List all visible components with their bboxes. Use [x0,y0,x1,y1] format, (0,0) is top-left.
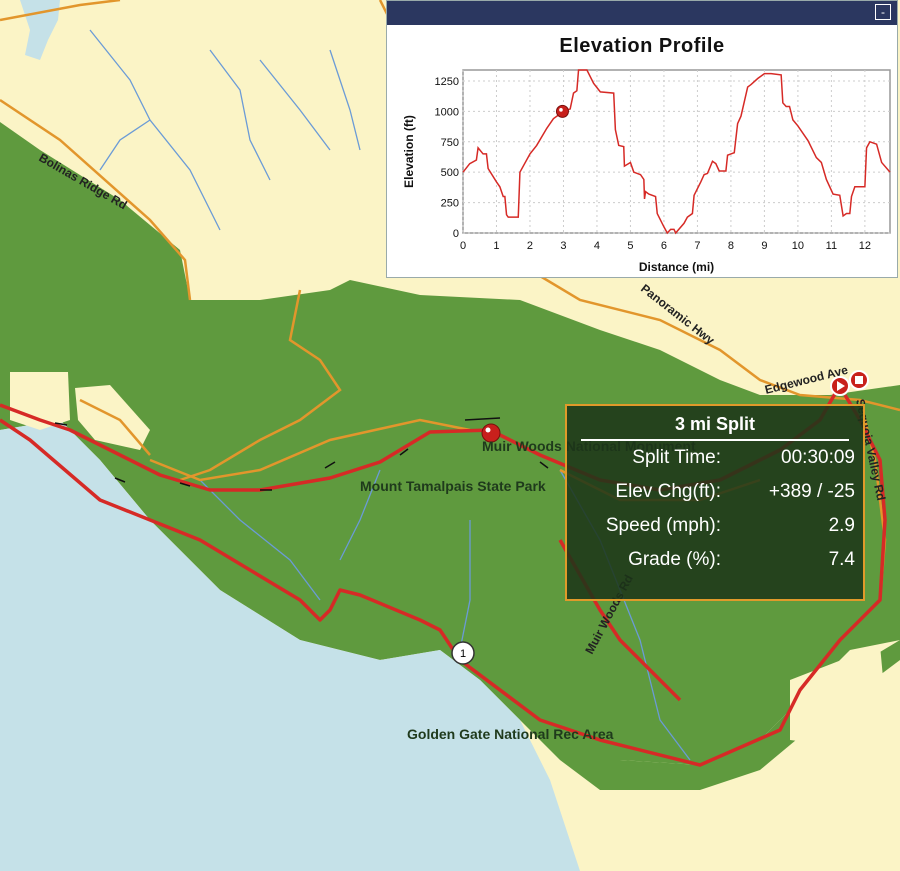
y-tick-label: 750 [441,137,459,149]
split-value: 00:30:09 [781,447,855,468]
highway-shield-number: 1 [460,648,466,660]
x-tick-label: 4 [594,240,600,252]
split-label: Speed (mph): [605,515,721,536]
x-tick-label: 8 [728,240,734,252]
x-tick-label: 11 [826,240,837,252]
y-tick-label: 250 [441,198,459,210]
x-tick-label: 10 [792,240,804,252]
split-label: Elev Chg(ft): [615,481,721,502]
y-tick-label: 500 [441,167,459,179]
split-row-time: Split Time: 00:30:09 [567,441,863,475]
x-tick-label: 6 [661,240,667,252]
position-marker-highlight [485,427,491,433]
x-tick-label: 9 [761,240,767,252]
y-tick-label: 1250 [435,76,459,88]
split-row-elev: Elev Chg(ft): +389 / -25 [567,475,863,509]
split-row-speed: Speed (mph): 2.9 [567,509,863,543]
split-value: 7.4 [828,549,855,570]
position-marker [555,104,569,118]
split-title: 3 mi Split [674,414,755,434]
park-label: Golden Gate National Rec Area [407,726,614,742]
position-marker-highlight [559,108,563,112]
stop-icon [855,376,863,384]
y-tick-label: 1000 [435,106,459,118]
x-tick-label: 2 [527,240,533,252]
split-row-grade: Grade (%): 7.4 [567,543,863,577]
split-label: Split Time: [632,447,721,468]
x-axis-label: Distance (mi) [639,260,714,274]
park-label: Mount Tamalpais State Park [360,478,546,494]
x-tick-label: 7 [694,240,700,252]
x-tick-label: 12 [859,240,871,252]
elevation-chart[interactable]: 0 1 2 3 4 5 6 7 8 9 10 11 12025050075010001250Distan… [387,1,899,279]
x-tick-label: 3 [560,240,566,252]
split-label: Grade (%): [628,549,721,570]
split-value: +389 / -25 [768,481,855,502]
elevation-panel: - Elevation Profile 0 1 2 3 4 5 6 7 8 9 10 11 12 0 250… [386,0,898,278]
x-tick-label: 5 [627,240,633,252]
y-axis-label: Elevation (ft) [402,115,416,188]
split-value: 2.9 [828,515,855,536]
y-tick-label: 0 [453,228,459,240]
x-tick-label: 1 [493,240,499,252]
x-tick-label: 0 [460,240,466,252]
plot-area [462,69,891,234]
split-info-box: 3 mi Split Split Time: 00:30:09 Elev Chg(… [565,404,865,601]
